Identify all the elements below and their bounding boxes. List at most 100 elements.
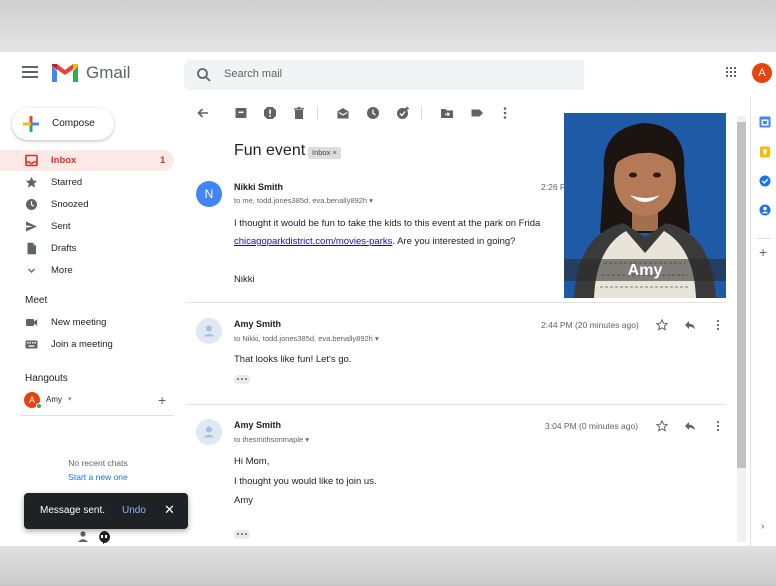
add-chat-icon[interactable]: + bbox=[158, 392, 166, 408]
presenter-name: Amy bbox=[627, 262, 663, 279]
message-greeting: Hi Mom, bbox=[234, 456, 270, 467]
message-time: 2:44 PM (20 minutes ago) bbox=[541, 320, 639, 330]
star-outline-icon[interactable] bbox=[656, 420, 668, 432]
avatar[interactable] bbox=[196, 419, 222, 445]
clock-icon bbox=[26, 199, 37, 210]
body-text: . Are you interested in going? bbox=[392, 236, 516, 247]
contacts-icon[interactable] bbox=[78, 531, 88, 542]
event-link[interactable]: chicagoparkdistrict.com/movies-parks bbox=[234, 236, 392, 247]
unread-count: 1 bbox=[160, 155, 166, 166]
report-spam-icon[interactable] bbox=[263, 106, 277, 120]
presenter-video-overlay: Amy bbox=[564, 113, 726, 298]
sidebar-item-starred[interactable]: Starred bbox=[0, 172, 174, 193]
email-subject: Fun event bbox=[234, 142, 306, 159]
search-input[interactable]: Search mail bbox=[224, 68, 282, 80]
search-icon[interactable] bbox=[196, 67, 212, 83]
compose-button[interactable]: Compose bbox=[12, 108, 114, 140]
mark-unread-icon[interactable] bbox=[336, 106, 350, 120]
message-signature: Amy bbox=[234, 495, 253, 506]
account-avatar[interactable]: A bbox=[752, 63, 772, 83]
reply-icon[interactable] bbox=[684, 420, 696, 432]
label-icon[interactable] bbox=[470, 106, 484, 120]
sidebar-item-label: Drafts bbox=[51, 243, 77, 254]
inbox-label-chip[interactable]: Inbox × bbox=[308, 147, 341, 159]
chevron-down-icon bbox=[28, 268, 35, 273]
sidebar-item-more[interactable]: More bbox=[0, 260, 174, 281]
divider bbox=[757, 238, 771, 239]
message-body-line-2: chicagoparkdistrict.com/movies-parks. Ar… bbox=[234, 236, 515, 247]
sidebar-item-drafts[interactable]: Drafts bbox=[0, 238, 174, 259]
body-text: I thought it would be fun to take the ki… bbox=[234, 218, 541, 229]
star-outline-icon[interactable] bbox=[656, 319, 668, 331]
online-status-dot bbox=[36, 403, 42, 409]
avatar[interactable] bbox=[196, 318, 222, 344]
label-chip-text: Inbox bbox=[312, 148, 331, 157]
delete-icon[interactable] bbox=[292, 106, 306, 120]
sidebar-item-snoozed[interactable]: Snoozed bbox=[0, 194, 174, 215]
recipients-line[interactable]: to Nikki, todd.jones385d, eva.benally892… bbox=[234, 334, 379, 343]
message-signature: Nikki bbox=[234, 274, 255, 285]
show-trimmed-content-button[interactable] bbox=[234, 375, 250, 384]
search-bar[interactable]: Search mail bbox=[184, 60, 584, 90]
app-name[interactable]: Gmail bbox=[86, 63, 130, 83]
recipients-line[interactable]: to thesmithsonmaple ▾ bbox=[234, 435, 309, 444]
snooze-icon[interactable] bbox=[366, 106, 380, 120]
back-arrow-icon[interactable] bbox=[196, 106, 210, 120]
send-icon bbox=[26, 221, 37, 232]
archive-icon[interactable] bbox=[234, 106, 248, 120]
expand-panel-icon[interactable]: › bbox=[761, 521, 764, 532]
sidebar-item-label: More bbox=[51, 265, 73, 276]
meet-join-meeting[interactable]: Join a meeting bbox=[0, 334, 174, 355]
more-options-icon[interactable] bbox=[498, 106, 512, 120]
apps-grid-icon[interactable] bbox=[726, 67, 736, 77]
contacts-icon[interactable] bbox=[759, 204, 771, 216]
move-to-icon[interactable] bbox=[440, 106, 454, 120]
recipients-line[interactable]: to me, todd.jones385d, eva.benally892h ▾ bbox=[234, 196, 373, 205]
hangouts-footer-icons bbox=[78, 531, 110, 544]
gmail-window: Gmail Search mail A Compose Inbox 1 Star… bbox=[0, 52, 776, 546]
show-trimmed-content-button[interactable] bbox=[234, 530, 250, 539]
hangouts-user-name: Amy bbox=[46, 395, 62, 404]
keep-icon[interactable] bbox=[759, 146, 771, 158]
compose-plus-icon bbox=[23, 116, 39, 132]
meet-new-meeting[interactable]: New meeting bbox=[0, 312, 174, 333]
sidebar-item-sent[interactable]: Sent bbox=[0, 216, 174, 237]
avatar[interactable]: N bbox=[196, 181, 222, 207]
app-header: Gmail Search mail A bbox=[0, 52, 776, 96]
sender-name[interactable]: Amy Smith bbox=[234, 319, 281, 329]
meet-item-label: New meeting bbox=[51, 317, 107, 328]
sidebar-item-label: Snoozed bbox=[51, 199, 89, 210]
sender-name[interactable]: Nikki Smith bbox=[234, 182, 283, 192]
keyboard-icon bbox=[25, 340, 38, 349]
toolbar-divider bbox=[421, 106, 422, 120]
caret-down-icon: ▾ bbox=[68, 396, 72, 403]
calendar-icon[interactable] bbox=[759, 116, 771, 128]
hangouts-chat-icon[interactable] bbox=[99, 531, 110, 544]
video-icon bbox=[26, 319, 38, 326]
sidebar-item-inbox[interactable]: Inbox 1 bbox=[0, 150, 174, 171]
scrollbar-thumb[interactable] bbox=[737, 122, 746, 468]
tasks-icon[interactable] bbox=[759, 175, 771, 187]
message-body: That looks like fun! Let's go. bbox=[234, 354, 352, 365]
undo-button[interactable]: Undo bbox=[122, 505, 146, 516]
main-menu-icon[interactable] bbox=[22, 66, 38, 78]
sender-name[interactable]: Amy Smith bbox=[234, 420, 281, 430]
recipients-text: to me, todd.jones385d, eva.benally892h bbox=[234, 196, 368, 205]
more-options-icon[interactable] bbox=[712, 319, 724, 331]
close-icon[interactable]: ✕ bbox=[164, 502, 175, 518]
gmail-logo-icon bbox=[52, 64, 78, 82]
message-time: 3:04 PM (0 minutes ago) bbox=[545, 421, 639, 431]
message-body: I thought it would be fun to take the ki… bbox=[234, 218, 540, 229]
snackbar-message: Message sent. bbox=[40, 505, 106, 516]
compose-label: Compose bbox=[52, 118, 95, 129]
more-options-icon[interactable] bbox=[712, 420, 724, 432]
get-addons-icon[interactable]: + bbox=[759, 244, 767, 260]
hangouts-user-status[interactable]: A Amy ▾ + bbox=[24, 390, 174, 410]
recipients-text: to thesmithsonmaple bbox=[234, 435, 304, 444]
reply-icon[interactable] bbox=[684, 319, 696, 331]
start-new-chat-link[interactable]: Start a new one bbox=[0, 472, 196, 482]
add-to-tasks-icon[interactable] bbox=[396, 106, 410, 120]
divider bbox=[20, 415, 174, 416]
top-frame-band bbox=[0, 0, 776, 52]
message-body: I thought you would like to join us. bbox=[234, 476, 377, 487]
